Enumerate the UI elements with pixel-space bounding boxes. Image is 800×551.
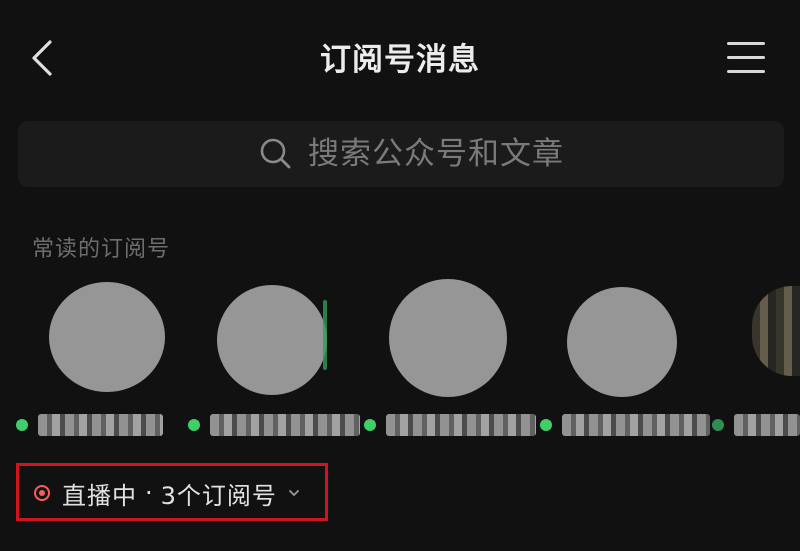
online-dot	[540, 419, 552, 431]
live-separator: ·	[145, 479, 153, 507]
account-avatar[interactable]	[217, 285, 327, 395]
page-title: 订阅号消息	[320, 42, 480, 78]
blurred-account-name	[210, 414, 360, 436]
live-status-label: 直播中	[62, 481, 137, 510]
hamburger-menu-icon-line	[727, 70, 765, 73]
menu-button[interactable]	[722, 38, 770, 78]
account-avatar[interactable]	[752, 286, 800, 376]
online-ring	[323, 300, 327, 370]
live-accounts-toggle[interactable]: 直播中 · 3个订阅号	[34, 476, 301, 510]
search-inner	[258, 134, 628, 174]
online-dot	[16, 419, 28, 431]
online-dot	[712, 419, 724, 431]
online-dot	[364, 419, 376, 431]
search-input[interactable]	[308, 136, 628, 172]
search-bar[interactable]	[18, 121, 784, 187]
nav-bar: 订阅号消息	[0, 0, 800, 112]
chevron-down-icon	[289, 490, 299, 496]
account-name-row	[364, 409, 536, 441]
blurred-account-name	[562, 414, 710, 436]
online-dot	[188, 419, 200, 431]
account-name-row	[16, 409, 163, 441]
account-avatar[interactable]	[389, 279, 507, 397]
account-avatar[interactable]	[49, 282, 165, 392]
blurred-account-name	[38, 414, 163, 436]
live-count-label: 3个订阅号	[160, 481, 277, 510]
account-name-row	[540, 409, 710, 441]
blurred-account-name	[386, 414, 536, 436]
account-name-row	[188, 409, 360, 441]
account-name-row	[712, 409, 800, 441]
hamburger-menu-icon-line	[727, 56, 765, 59]
hamburger-menu-icon	[727, 42, 765, 45]
frequent-accounts-title: 常读的订阅号	[32, 237, 171, 262]
blurred-account-name	[734, 414, 800, 436]
account-avatar[interactable]	[567, 287, 677, 397]
live-indicator-icon	[34, 485, 50, 501]
search-icon	[260, 138, 291, 169]
